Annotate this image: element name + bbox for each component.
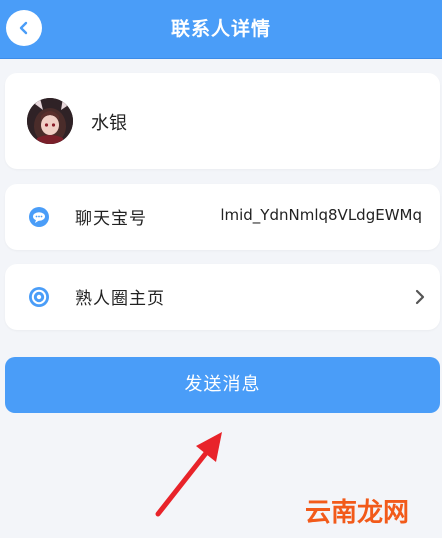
chat-id-row[interactable]: 聊天宝号 lmid_YdnNmlq8VLdgEWMq [5, 184, 440, 250]
profile-card: 水银 [5, 73, 440, 169]
chevron-right-icon [415, 289, 425, 305]
moments-icon [29, 287, 49, 307]
chat-id-value: lmid_YdnNmlq8VLdgEWMq [220, 206, 422, 224]
moments-label: 熟人圈主页 [75, 289, 165, 309]
chat-id-label: 聊天宝号 [75, 209, 147, 229]
contact-name: 水银 [91, 113, 127, 134]
avatar[interactable] [27, 98, 73, 144]
watermark-text: 云南龙网 [305, 498, 410, 528]
chevron-left-icon [19, 21, 28, 35]
back-button[interactable] [6, 10, 42, 46]
red-arrow-annotation [155, 432, 222, 517]
moments-row[interactable]: 熟人圈主页 [5, 264, 440, 330]
header-bar: 联系人详情 [0, 0, 442, 59]
chat-bubble-icon [29, 207, 49, 227]
page-title: 联系人详情 [170, 18, 271, 40]
send-message-button[interactable]: 发送消息 [5, 357, 440, 413]
